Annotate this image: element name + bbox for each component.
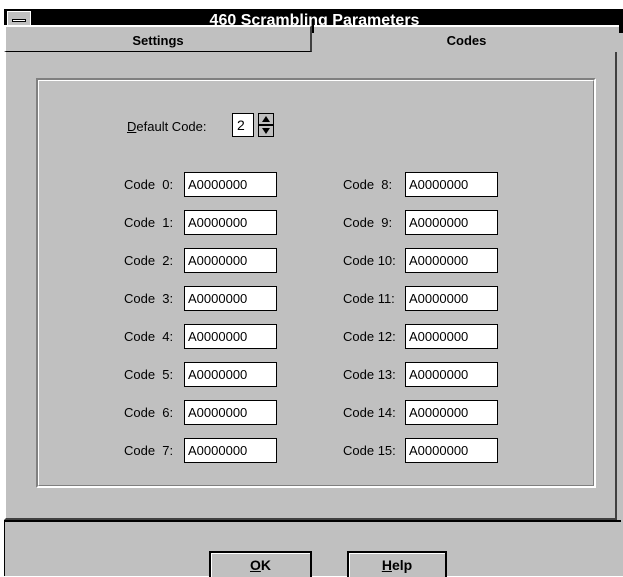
default-code-field[interactable]: 2: [232, 113, 254, 137]
code-label: Code 4:: [124, 329, 174, 344]
code-input[interactable]: A0000000: [184, 362, 277, 387]
code-label: Code 11:: [343, 291, 395, 306]
code-label: Code 5:: [124, 367, 174, 382]
code-input[interactable]: A0000000: [184, 286, 277, 311]
code-input[interactable]: A0000000: [184, 210, 277, 235]
code-label: Code 6:: [124, 405, 174, 420]
code-input[interactable]: A0000000: [405, 362, 498, 387]
code-label: Code 9:: [343, 215, 393, 230]
code-input[interactable]: A0000000: [405, 438, 498, 463]
default-code-label: Default Code:: [127, 119, 207, 134]
code-input[interactable]: A0000000: [405, 400, 498, 425]
ok-button[interactable]: OK: [209, 551, 312, 577]
code-input[interactable]: A0000000: [184, 172, 277, 197]
code-label: Code 12:: [343, 329, 396, 344]
codes-group-box: [36, 78, 596, 488]
code-input[interactable]: A0000000: [184, 400, 277, 425]
code-input[interactable]: A0000000: [184, 324, 277, 349]
code-label: Code 7:: [124, 443, 174, 458]
default-code-spinner[interactable]: [258, 113, 274, 137]
code-label: Code 13:: [343, 367, 396, 382]
code-input[interactable]: A0000000: [405, 248, 498, 273]
tab-codes[interactable]: Codes: [314, 25, 619, 52]
code-input[interactable]: A0000000: [405, 172, 498, 197]
arrow-up-icon[interactable]: [258, 113, 274, 125]
code-label: Code 14:: [343, 405, 396, 420]
code-label: Code 1:: [124, 215, 174, 230]
code-input[interactable]: A0000000: [405, 286, 498, 311]
arrow-down-icon[interactable]: [258, 125, 274, 137]
code-label: Code 0:: [124, 177, 174, 192]
code-input[interactable]: A0000000: [184, 438, 277, 463]
code-label: Code 2:: [124, 253, 174, 268]
code-label: Code 3:: [124, 291, 174, 306]
code-input[interactable]: A0000000: [405, 324, 498, 349]
help-button[interactable]: Help: [347, 551, 447, 577]
tab-settings[interactable]: Settings: [4, 25, 312, 52]
code-label: Code 10:: [343, 253, 396, 268]
panel-bottom-divider: [4, 520, 621, 522]
code-label: Code 8:: [343, 177, 393, 192]
code-input[interactable]: A0000000: [405, 210, 498, 235]
code-label: Code 15:: [343, 443, 396, 458]
code-input[interactable]: A0000000: [184, 248, 277, 273]
